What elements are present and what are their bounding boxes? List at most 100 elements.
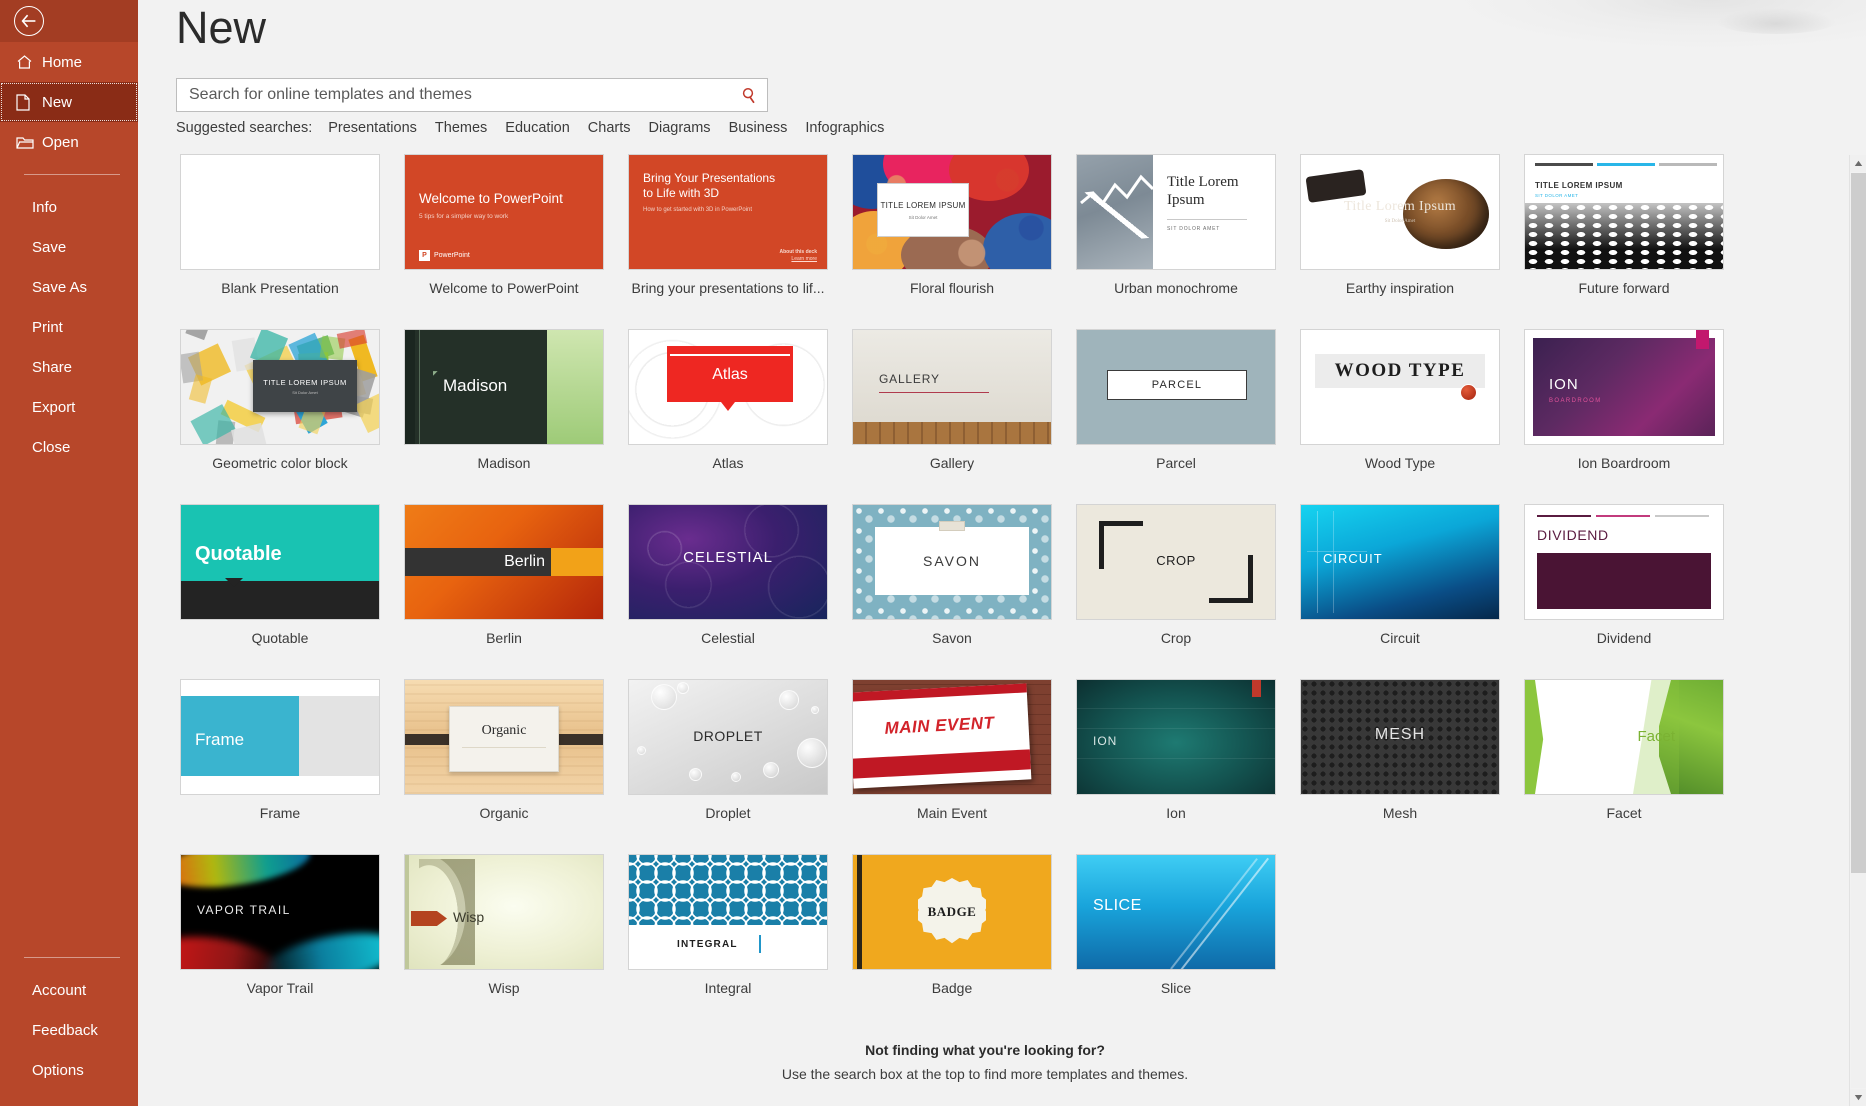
- template-tile[interactable]: DROPLETDroplet: [616, 679, 840, 854]
- template-thumbnail[interactable]: Berlin: [404, 504, 604, 620]
- template-tile[interactable]: INTEGRALIntegral: [616, 854, 840, 1029]
- sidebar-item-export[interactable]: Export: [0, 387, 138, 427]
- template-tile[interactable]: BADGEBadge: [840, 854, 1064, 1029]
- suggested-search-presentations[interactable]: Presentations: [328, 120, 417, 136]
- template-tile[interactable]: FacetFacet: [1512, 679, 1736, 854]
- template-thumbnail[interactable]: Welcome to PowerPoint5 tips for a simple…: [404, 154, 604, 270]
- template-tile[interactable]: Welcome to PowerPoint5 tips for a simple…: [392, 154, 616, 329]
- sidebar-item-options[interactable]: Options: [0, 1050, 138, 1090]
- sidebar-item-close[interactable]: Close: [0, 427, 138, 467]
- template-thumbnail[interactable]: Title Lorem IpsumSIT DOLOR AMET: [1076, 154, 1276, 270]
- sidebar-item-save[interactable]: Save: [0, 227, 138, 267]
- template-tile[interactable]: QuotableQuotable: [168, 504, 392, 679]
- suggested-search-education[interactable]: Education: [505, 120, 570, 136]
- sidebar-item-home[interactable]: Home: [0, 42, 138, 82]
- template-tile[interactable]: OrganicOrganic: [392, 679, 616, 854]
- template-thumbnail[interactable]: DIVIDEND: [1524, 504, 1724, 620]
- template-thumbnail[interactable]: [180, 154, 380, 270]
- template-tile[interactable]: BerlinBerlin: [392, 504, 616, 679]
- thumb-subtitle: SIT DOLOR AMET: [1167, 226, 1275, 232]
- template-thumbnail[interactable]: VAPOR TRAIL: [180, 854, 380, 970]
- template-tile[interactable]: ◤MadisonMadison: [392, 329, 616, 504]
- scroll-up-arrow-icon[interactable]: [1850, 155, 1866, 172]
- template-thumbnail[interactable]: CELESTIAL: [628, 504, 828, 620]
- template-thumbnail[interactable]: Quotable: [180, 504, 380, 620]
- template-tile[interactable]: Title Lorem IpsumSit Dolor AmetEarthy in…: [1288, 154, 1512, 329]
- sidebar-item-save-as[interactable]: Save As: [0, 267, 138, 307]
- template-thumbnail[interactable]: TITLE LOREM IPSUMSit Dolor Amet: [852, 154, 1052, 270]
- thumb-title: WOOD TYPE: [1335, 360, 1466, 382]
- template-thumbnail[interactable]: SAVON: [852, 504, 1052, 620]
- template-thumbnail[interactable]: TITLE LOREM IPSUMSit Dolor Amet: [180, 329, 380, 445]
- template-tile[interactable]: Title Lorem IpsumSIT DOLOR AMETUrban mon…: [1064, 154, 1288, 329]
- template-tile[interactable]: WOOD TYPEWood Type: [1288, 329, 1512, 504]
- sidebar-item-new[interactable]: New: [0, 82, 138, 122]
- sidebar-item-share[interactable]: Share: [0, 347, 138, 387]
- template-tile[interactable]: PARCELParcel: [1064, 329, 1288, 504]
- template-thumbnail[interactable]: GALLERY: [852, 329, 1052, 445]
- template-thumbnail[interactable]: MAIN EVENT: [852, 679, 1052, 795]
- template-thumbnail[interactable]: Wisp: [404, 854, 604, 970]
- back-button[interactable]: [14, 6, 44, 36]
- template-thumbnail[interactable]: Bring Your Presentationsto Life with 3DH…: [628, 154, 828, 270]
- suggested-search-charts[interactable]: Charts: [588, 120, 631, 136]
- template-thumbnail[interactable]: BADGE: [852, 854, 1052, 970]
- template-tile[interactable]: Atlas Atlas: [616, 329, 840, 504]
- thumb-title: MESH: [1301, 726, 1499, 744]
- template-tile[interactable]: CELESTIAL Celestial: [616, 504, 840, 679]
- template-tile[interactable]: IONBOARDROOMIon Boardroom: [1512, 329, 1736, 504]
- template-tile[interactable]: CROPCrop: [1064, 504, 1288, 679]
- template-tile[interactable]: VAPOR TRAILVapor Trail: [168, 854, 392, 1029]
- thumb-title: Welcome to PowerPoint: [419, 191, 563, 206]
- template-tile[interactable]: TITLE LOREM IPSUMSIT DOLOR AMETFuture fo…: [1512, 154, 1736, 329]
- template-thumbnail[interactable]: MESH: [1300, 679, 1500, 795]
- template-thumbnail[interactable]: DROPLET: [628, 679, 828, 795]
- search-icon[interactable]: [739, 85, 759, 105]
- scroll-down-arrow-icon[interactable]: [1850, 1089, 1866, 1106]
- template-tile[interactable]: SLICESlice: [1064, 854, 1288, 1029]
- template-thumbnail[interactable]: Atlas: [628, 329, 828, 445]
- template-name: Atlas: [712, 455, 743, 471]
- template-tile[interactable]: MAIN EVENTMain Event: [840, 679, 1064, 854]
- template-tile[interactable]: GALLERYGallery: [840, 329, 1064, 504]
- template-thumbnail[interactable]: WOOD TYPE: [1300, 329, 1500, 445]
- sidebar-item-info[interactable]: Info: [0, 187, 138, 227]
- template-thumbnail[interactable]: ◤Madison: [404, 329, 604, 445]
- sidebar-item-print[interactable]: Print: [0, 307, 138, 347]
- suggested-search-infographics[interactable]: Infographics: [805, 120, 884, 136]
- template-tile[interactable]: CIRCUITCircuit: [1288, 504, 1512, 679]
- template-thumbnail[interactable]: INTEGRAL: [628, 854, 828, 970]
- template-thumbnail[interactable]: CROP: [1076, 504, 1276, 620]
- template-thumbnail[interactable]: ION: [1076, 679, 1276, 795]
- template-tile[interactable]: Bring Your Presentationsto Life with 3DH…: [616, 154, 840, 329]
- template-thumbnail[interactable]: Frame: [180, 679, 380, 795]
- template-tile[interactable]: TITLE LOREM IPSUMSit Dolor AmetGeometric…: [168, 329, 392, 504]
- suggested-search-business[interactable]: Business: [729, 120, 788, 136]
- template-thumbnail[interactable]: SLICE: [1076, 854, 1276, 970]
- suggested-search-diagrams[interactable]: Diagrams: [649, 120, 711, 136]
- template-tile[interactable]: WispWisp: [392, 854, 616, 1029]
- template-thumbnail[interactable]: Facet: [1524, 679, 1724, 795]
- template-tile[interactable]: FrameFrame: [168, 679, 392, 854]
- template-thumbnail[interactable]: IONBOARDROOM: [1524, 329, 1724, 445]
- template-tile[interactable]: MESHMesh: [1288, 679, 1512, 854]
- search-input[interactable]: [187, 85, 739, 105]
- template-tile[interactable]: DIVIDENDDividend: [1512, 504, 1736, 679]
- template-tile[interactable]: IONIon: [1064, 679, 1288, 854]
- template-thumbnail[interactable]: Organic: [404, 679, 604, 795]
- suggested-search-themes[interactable]: Themes: [435, 120, 487, 136]
- template-tile[interactable]: SAVONSavon: [840, 504, 1064, 679]
- gallery-scrollbar[interactable]: [1849, 155, 1866, 1106]
- template-thumbnail[interactable]: PARCEL: [1076, 329, 1276, 445]
- template-tile[interactable]: TITLE LOREM IPSUMSit Dolor AmetFloral fl…: [840, 154, 1064, 329]
- template-thumbnail[interactable]: CIRCUIT: [1300, 504, 1500, 620]
- search-box[interactable]: [176, 78, 768, 112]
- sidebar-item-account[interactable]: Account: [0, 970, 138, 1010]
- sidebar-item-feedback[interactable]: Feedback: [0, 1010, 138, 1050]
- template-thumbnail[interactable]: Title Lorem IpsumSit Dolor Amet: [1300, 154, 1500, 270]
- scrollbar-thumb[interactable]: [1851, 173, 1866, 873]
- template-tile[interactable]: Blank Presentation: [168, 154, 392, 329]
- template-name: Celestial: [701, 630, 755, 646]
- template-thumbnail[interactable]: TITLE LOREM IPSUMSIT DOLOR AMET: [1524, 154, 1724, 270]
- sidebar-item-open[interactable]: Open: [0, 122, 138, 162]
